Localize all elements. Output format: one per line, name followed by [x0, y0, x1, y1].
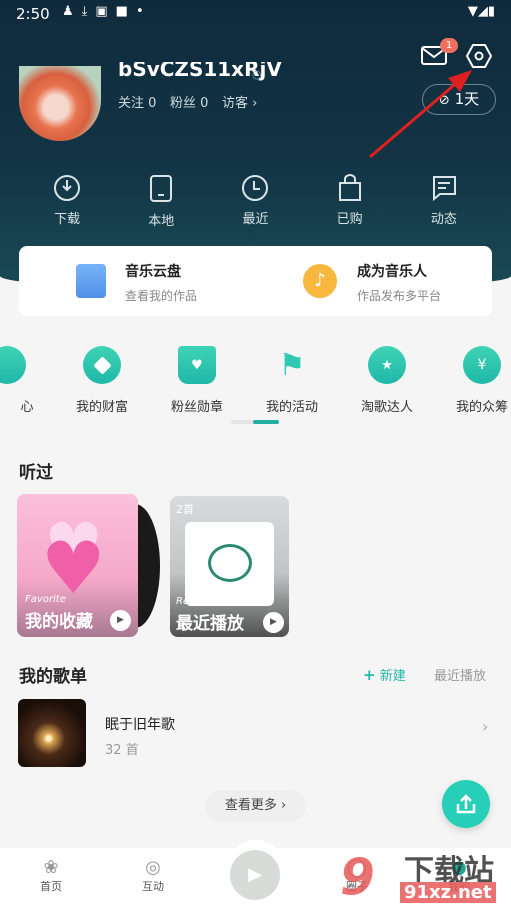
feature-item[interactable]: ★ 淘歌达人	[342, 346, 432, 415]
clock-icon	[242, 175, 269, 201]
favorite-card[interactable]: ♥ ♥ Favorite 我的收藏 ▶	[17, 494, 138, 637]
cloud-disk-subtitle: 查看我的作品	[125, 289, 198, 303]
visitors-label: 访客	[222, 96, 249, 111]
playlist-name: 眠于旧年歌	[105, 717, 175, 733]
page-indicator	[231, 420, 279, 424]
quick-label: 已购	[336, 212, 363, 227]
quick-local[interactable]: 本地	[131, 174, 191, 229]
recent-en: Recent	[176, 596, 212, 607]
chevron-right-icon: ›	[482, 717, 489, 736]
nav-label: 互动	[142, 880, 164, 893]
quick-label: 本地	[148, 214, 175, 229]
bag-icon	[338, 174, 361, 201]
feature-label: 我的活动	[265, 400, 318, 415]
cloud-disk-icon	[76, 264, 106, 298]
quick-recent[interactable]: 最近	[225, 174, 285, 229]
status-time: 2:50	[16, 5, 50, 23]
feature-label: 淘歌达人	[360, 400, 413, 415]
visitors-link[interactable]: 访客 ›	[222, 92, 257, 111]
quick-download[interactable]: 下载	[37, 174, 97, 229]
recent-play-tab[interactable]: 最近播放	[434, 665, 486, 684]
quick-purchased[interactable]: 已购	[320, 174, 380, 229]
quick-feed[interactable]: 动态	[414, 174, 474, 229]
notification-icons: ♟⤓▣■•	[62, 4, 152, 19]
feature-item[interactable]: 我的财富	[57, 346, 147, 415]
feature-item[interactable]: ¥ 我的众筹	[437, 346, 511, 415]
signal-battery-icons: ▼◢▮	[467, 4, 495, 19]
mail-badge: 1	[440, 38, 458, 53]
feature-item[interactable]: 心	[0, 346, 52, 415]
red-arrow-annotation	[369, 70, 472, 159]
playlist-row[interactable]: 眠于旧年歌 32 首 ›	[0, 699, 511, 767]
favorite-label: 我的收藏	[25, 612, 93, 632]
verified-icon: ○	[252, 68, 262, 81]
follow-count[interactable]: 关注 0	[118, 92, 156, 111]
home-icon: ❀	[43, 857, 59, 878]
feature-label: 我的财富	[75, 400, 128, 415]
new-playlist-button[interactable]: + 新建	[363, 665, 406, 684]
message-icon	[432, 176, 456, 202]
feature-label: 心	[20, 400, 34, 415]
feature-row: 心 我的财富 ♥ 粉丝勋章 ⚑ 我的活动 ★ 淘歌达人 ¥ 我的众筹	[0, 346, 511, 415]
playlist-cover	[18, 699, 86, 767]
music-note-icon: ♪	[303, 264, 337, 298]
feature-label: 我的众筹	[455, 400, 508, 415]
feature-item[interactable]: ⚑ 我的活动	[247, 346, 337, 416]
watermark-logo: 9 下载站 91xz.net	[340, 848, 496, 906]
playlist-count: 32 首	[105, 743, 139, 758]
cloud-disk-title[interactable]: 音乐云盘	[125, 261, 181, 281]
flag-icon: ⚑	[278, 347, 306, 383]
feature-label: 粉丝勋章	[170, 400, 223, 415]
see-more-label: 查看更多	[224, 798, 277, 813]
favorite-en: Favorite	[25, 594, 66, 605]
musician-title[interactable]: 成为音乐人	[357, 261, 427, 281]
star-icon: ★	[368, 346, 406, 384]
diamond-coin-icon	[83, 346, 121, 384]
nav-interact[interactable]: ◎ 互动	[123, 857, 183, 894]
fans-count[interactable]: 粉丝 0	[170, 92, 208, 111]
quick-label: 下载	[54, 212, 81, 227]
playlists-title: 我的歌单	[19, 667, 87, 687]
promo-card: 音乐云盘 查看我的作品 ♪ 成为音乐人 作品发布多平台	[19, 246, 492, 316]
phone-icon	[150, 175, 173, 202]
quick-label: 动态	[430, 212, 457, 227]
nav-label: 首页	[40, 880, 62, 893]
recent-card[interactable]: 2首 Recent 最近播放 ▶	[170, 496, 289, 637]
see-more-button[interactable]: 查看更多 ›	[205, 790, 306, 822]
quick-label: 最近	[242, 212, 269, 227]
play-icon[interactable]: ▶	[263, 612, 284, 633]
yuan-hand-icon: ¥	[463, 346, 501, 384]
musician-subtitle: 作品发布多平台	[357, 289, 442, 303]
recent-count: 2首	[176, 503, 194, 516]
heart-badge-icon: ♥	[178, 346, 216, 384]
recent-label: 最近播放	[176, 614, 244, 634]
new-label: 新建	[379, 669, 406, 684]
feature-item[interactable]: ♥ 粉丝勋章	[152, 346, 242, 415]
listened-title: 听过	[19, 463, 53, 483]
feature-icon	[0, 346, 26, 384]
download-icon	[54, 175, 81, 201]
nav-home[interactable]: ❀ 首页	[21, 857, 81, 894]
now-playing-disc[interactable]: ▶	[230, 850, 280, 900]
chat-bubble-icon: ◎	[145, 857, 161, 878]
recent-cover	[185, 522, 274, 606]
upload-fab[interactable]	[442, 780, 490, 828]
upload-icon	[456, 794, 476, 814]
play-icon[interactable]: ▶	[110, 610, 131, 631]
quick-actions: 下载 本地 最近 已购 动态	[0, 174, 511, 229]
